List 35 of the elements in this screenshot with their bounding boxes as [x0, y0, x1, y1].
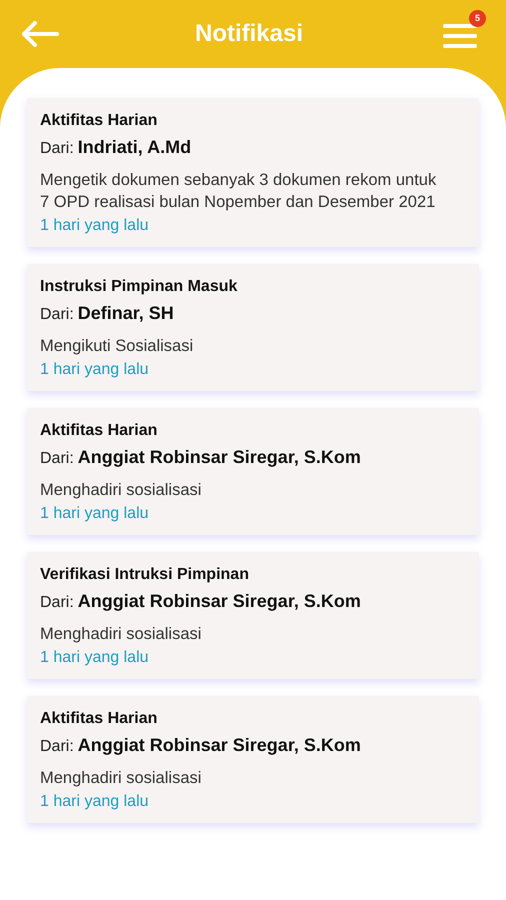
sender-name: Anggiat Robinsar Siregar, S.Kom — [78, 590, 361, 613]
notification-message: Mengikuti Sosialisasi — [40, 336, 194, 357]
sender-name: Anggiat Robinsar Siregar, S.Kom — [78, 446, 361, 469]
notification-count-badge: 5 — [469, 10, 486, 27]
notification-time: 1 hari yang lalu — [40, 648, 150, 668]
notification-category: Instruksi Pimpinan Masuk — [40, 277, 238, 297]
notification-message: Mengetik dokumen sebanyak 3 dokumen rekom untuk 7 OPD realisasi bulan Nopember dan Desember 2021 — [40, 170, 438, 213]
back-arrow-icon — [20, 20, 60, 48]
sender-name: Indriati, A.Md — [78, 136, 192, 159]
notification-time: 1 hari yang lalu — [40, 504, 150, 524]
sender-name: Anggiat Robinsar Siregar, S.Kom — [78, 734, 361, 757]
notification-message: Menghadiri sosialisasi — [40, 768, 202, 789]
notification-time: 1 hari yang lalu — [40, 360, 150, 380]
from-label: Dari: — [40, 593, 74, 613]
from-label: Dari: — [40, 737, 74, 757]
notification-card[interactable]: Aktifitas Harian Dari: Anggiat Robinsar Siregar, S.Kom Menghadiri sosialisasi 1 hari yang lalu — [27, 696, 479, 823]
notification-card[interactable]: Aktifitas Harian Dari: Anggiat Robinsar Siregar, S.Kom Menghadiri sosialisasi 1 hari yang lalu — [27, 408, 479, 535]
from-label: Dari: — [40, 305, 74, 325]
menu-button[interactable]: 5 — [438, 10, 486, 58]
sender-name: Definar, SH — [78, 302, 174, 325]
notification-category: Aktifitas Harian — [40, 111, 158, 131]
notification-card[interactable]: Aktifitas Harian Dari: Indriati, A.Md Mengetik dokumen sebanyak 3 dokumen rekom untuk 7 OPD realisasi bulan Nopember dan Desember 2021 1 hari yang lalu — [27, 98, 479, 247]
notification-category: Aktifitas Harian — [40, 421, 158, 441]
from-label: Dari: — [40, 449, 74, 469]
notification-card[interactable]: Verifikasi Intruksi Pimpinan Dari: Anggiat Robinsar Siregar, S.Kom Menghadiri sosialisasi 1 hari yang lalu — [27, 552, 479, 679]
notification-time: 1 hari yang lalu — [40, 216, 150, 236]
page-title: Notifikasi — [194, 19, 304, 49]
notification-time: 1 hari yang lalu — [40, 792, 150, 812]
notification-message: Menghadiri sosialisasi — [40, 480, 202, 501]
notification-category: Aktifitas Harian — [40, 709, 158, 729]
notification-message: Menghadiri sosialisasi — [40, 624, 202, 645]
notification-category: Verifikasi Intruksi Pimpinan — [40, 565, 250, 585]
menu-icon — [442, 22, 478, 50]
notification-card[interactable]: Instruksi Pimpinan Masuk Dari: Definar, SH Mengikuti Sosialisasi 1 hari yang lalu — [27, 264, 479, 391]
from-label: Dari: — [40, 139, 74, 159]
